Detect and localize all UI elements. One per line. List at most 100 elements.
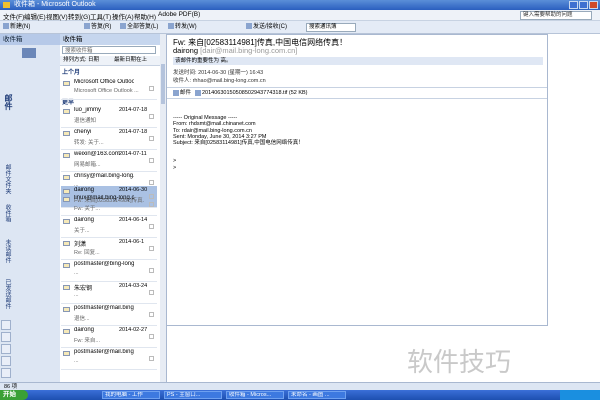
message-item[interactable]: weixin@163.com 2014-07-11 网易邮箱... [61,150,157,172]
message-date: 2014-06-14 [119,217,148,223]
calendar-nav-button[interactable] [1,332,11,342]
right-margin [548,34,600,326]
taskbar-item[interactable]: PS - 主窗口... [164,391,222,399]
menu-file[interactable]: 文件(F) [3,11,24,21]
nav-pane-header: 收件箱 [0,34,60,45]
send-receive-button[interactable]: 发送/接收(C) [246,23,287,31]
tasks-nav-button[interactable] [1,356,11,366]
message-item[interactable]: linux@mail.bing-long.com.cn Fw: 关于... [61,194,157,216]
flag-icon[interactable] [149,290,154,295]
flag-icon[interactable] [149,312,154,317]
envelope-icon [63,197,70,202]
flag-icon[interactable] [149,268,154,273]
reply-all-button[interactable]: 全部答复(L) [120,23,158,31]
message-item[interactable]: 刘潇 2014-06-1 Re: 回复... [61,238,157,260]
message-date: 2014-06-30 [119,187,148,193]
windows-taskbar: 开始 我的电脑 - 工作 PS - 主窗口... 收件箱 - Micros...… [0,390,600,400]
message-item[interactable]: postmaster@bing-long.c...... [61,260,157,282]
sort-bar[interactable]: 排列方式: 日期 最新日期在上 [60,56,160,66]
nav-inbox-label[interactable]: 收件箱 [3,204,12,222]
message-item[interactable]: Microsoft Office Outlook 2... Microsoft O… [61,78,157,100]
nav-mail-label: 邮件 [4,94,13,110]
contacts-nav-button[interactable] [1,344,11,354]
list-search-input[interactable]: 搜索收件箱 [62,46,156,54]
list-header: 收件箱 [60,34,160,45]
message-preview: 转发: 关于... [74,140,104,146]
taskbar-item[interactable]: 收件箱 - Micros... [226,391,284,399]
sent-row: 发送时间: 2014-06-30 (星期一) 16:43 [173,70,264,76]
message-item[interactable]: luo_jimmy 2014-07-18 退信通知 [61,106,157,128]
navigation-pane: 收件箱 邮件 邮件文件夹 收件箱 未读邮件 已发送邮件 [0,34,61,382]
message-preview: Fw: 来自... [74,338,100,344]
flag-icon[interactable] [149,86,154,91]
menu-actions[interactable]: 操作(A) [112,11,134,21]
address-book-search[interactable]: 搜索通讯簿 [306,23,356,32]
message-item[interactable]: chenyi 2014-07-18 转发: 关于... [61,128,157,150]
message-item[interactable]: 朱宏钢 2014-03-24... [61,282,157,304]
envelope-icon [63,109,70,114]
message-item[interactable]: dairong 2014-06-14 关于... [61,216,157,238]
attachment-icon [195,89,201,96]
outlook-icon [3,2,10,8]
envelope-icon [63,153,70,158]
flag-icon[interactable] [149,356,154,361]
menu-help[interactable]: 帮助(H) [134,11,156,21]
message-item[interactable]: dairong 2014-02-27 Fw: 来自... [61,326,157,348]
nav-folder-label[interactable]: 邮件文件夹 [3,164,12,194]
flag-icon[interactable] [149,158,154,163]
mail-icon [173,89,179,96]
message-date: 2014-06-1 [119,239,145,245]
message-tab[interactable]: 邮件 [173,88,191,98]
menu-edit[interactable]: 编辑(E) [24,11,46,21]
nav-sent-label[interactable]: 已发送邮件 [3,279,12,309]
flag-icon[interactable] [149,180,154,185]
close-button[interactable] [589,1,598,9]
new-button[interactable]: 新建(N) [3,23,30,31]
start-button[interactable]: 开始 [0,390,28,400]
scroll-thumb[interactable] [161,64,165,104]
nav-unread-label[interactable]: 未读邮件 [3,239,12,263]
reply-button[interactable]: 答复(R) [84,23,111,31]
flag-icon[interactable] [149,202,154,207]
flag-icon[interactable] [149,334,154,339]
menu-view[interactable]: 视图(V) [46,11,68,21]
flag-icon[interactable] [149,114,154,119]
minimize-button[interactable] [569,1,578,9]
forward-button[interactable]: 转发(W) [168,23,197,31]
reply-icon [84,23,90,30]
message-sender: postmaster@mail.bing-long.c... [74,349,134,355]
mail-nav-button[interactable] [1,320,11,330]
menu-adobe-pdf[interactable]: Adobe PDF(B) [158,11,200,18]
help-search-input[interactable]: 键入需要帮助的问题 [520,11,592,20]
taskbar-item[interactable]: 未命名 - 画图 ... [288,391,346,399]
envelope-icon [63,307,70,312]
message-preview: Microsoft Office Outlook ... [74,88,139,94]
to-row: 收件人: rhhao@mail.bing-long.com.cn [173,78,266,84]
flag-icon[interactable] [149,224,154,229]
envelope-icon [63,219,70,224]
message-item[interactable]: postmaster@mail.bing-lo... 退信... [61,304,157,326]
menu-tools[interactable]: 工具(T) [90,11,111,21]
attachment-bar: 邮件 20140630150508502943774318.tif (52 KB… [167,87,547,99]
system-tray [560,390,600,400]
taskbar-item[interactable]: 我的电脑 - 工作 [102,391,160,399]
message-preview: 退信... [74,316,90,322]
maximize-button[interactable] [579,1,588,9]
group-header-last-month[interactable]: 上个月 [62,69,80,77]
body-line: > [173,164,177,171]
status-bar: 86 项 [0,382,600,390]
menu-go[interactable]: 转到(G) [68,11,90,21]
message-sender: Microsoft Office Outlook 2... [74,79,134,85]
menu-bar: 文件(F) 编辑(E) 视图(V) 转到(G) 工具(T) 操作(A) 帮助(H… [0,10,600,21]
notes-nav-button[interactable] [1,368,11,378]
message-date: 2014-07-18 [119,129,148,135]
flag-icon[interactable] [149,136,154,141]
message-sender: linux@mail.bing-long.com.cn [74,195,134,201]
message-list-pane: 收件箱 搜索收件箱 排列方式: 日期 最新日期在上 上个月 更早 Microso… [60,34,161,382]
message-item[interactable]: postmaster@mail.bing-long.c...... [61,348,157,370]
envelope-icon [63,263,70,268]
attachment-link[interactable]: 20140630150508502943774318.tif (52 KB) [195,88,308,98]
envelope-icon [63,81,70,86]
flag-icon[interactable] [149,246,154,251]
reply-all-icon [120,23,126,30]
